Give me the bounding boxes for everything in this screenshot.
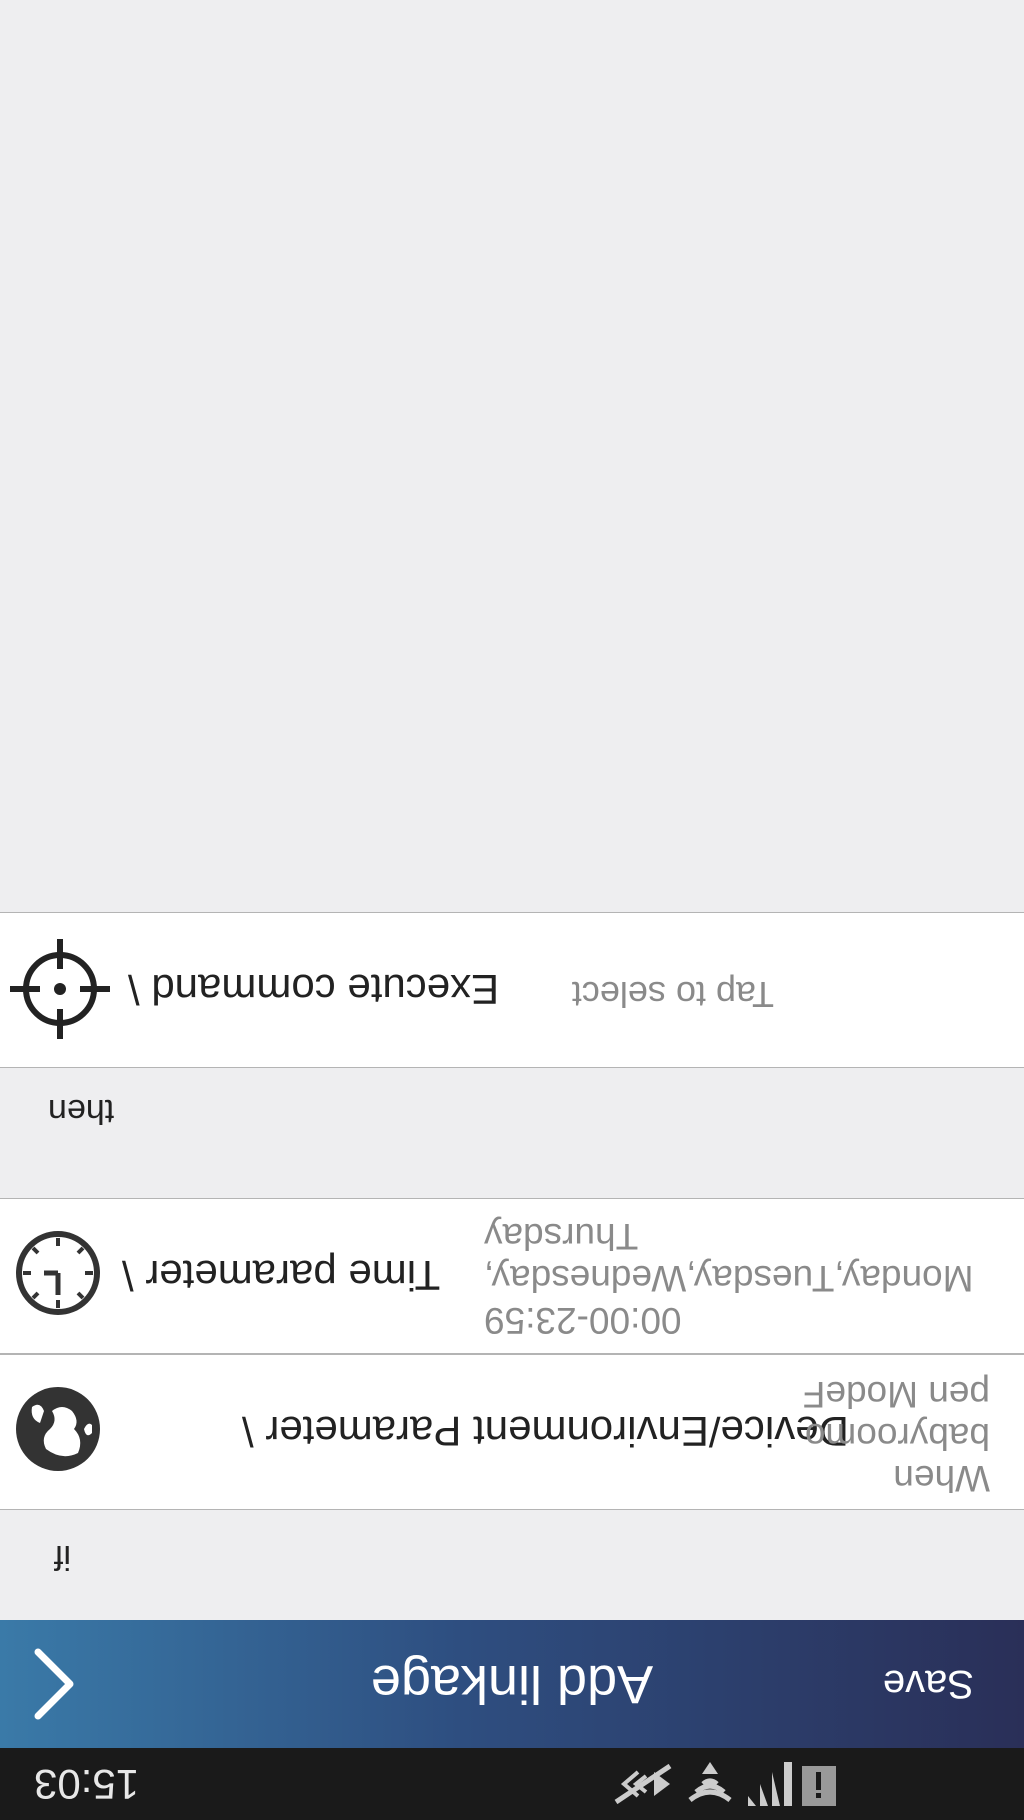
then-section-label: then xyxy=(0,1090,1024,1130)
mute-icon xyxy=(610,1757,676,1806)
weekdays-line-2: Thursday xyxy=(484,1216,639,1257)
time-parameter-detail: 00:00-23:59 Monday,Tuesday,Wednesday, Th… xyxy=(484,1197,1004,1353)
nav-bar: Add linkage Save xyxy=(0,1620,1024,1748)
app-screen: 15:03 Add linkage Save if Device/Environ… xyxy=(0,0,1024,1820)
if-label-text: if xyxy=(54,1538,71,1576)
device-environment-parameter-title: Device/Environment Parameter \ xyxy=(242,1408,849,1455)
globe-icon xyxy=(14,1385,102,1473)
execute-command-placeholder: Tap to select xyxy=(571,974,774,1015)
time-parameter-row[interactable]: Time parameter \ 00:00-23:59 Monday,Tues… xyxy=(0,1198,1024,1354)
time-range: 00:00-23:59 xyxy=(484,1300,682,1341)
crosshair-icon xyxy=(8,937,112,1041)
save-button[interactable]: Save xyxy=(873,1620,984,1748)
execute-command-title: Execute command \ xyxy=(128,966,500,1013)
wifi-icon xyxy=(686,1755,734,1806)
status-icons xyxy=(0,1748,1024,1820)
if-section-label: if xyxy=(0,1536,1024,1576)
weekdays-line: Monday,Tuesday,Wednesday, xyxy=(484,1258,974,1299)
page-title: Add linkage xyxy=(370,1654,654,1714)
status-time: 15:03 xyxy=(34,1761,140,1808)
execute-command-row[interactable]: Execute command \ Tap to select xyxy=(0,912,1024,1068)
device-environment-parameter-detail: When babyroomo pen ModeF xyxy=(802,1374,990,1499)
then-label-text: then xyxy=(48,1092,115,1130)
status-bar: 15:03 xyxy=(0,1748,1024,1820)
clock-icon xyxy=(14,1229,102,1317)
time-parameter-title: Time parameter \ xyxy=(122,1252,441,1299)
signal-icon xyxy=(744,1757,792,1806)
info-icon xyxy=(802,1757,836,1806)
device-environment-parameter-row[interactable]: Device/Environment Parameter \ When baby… xyxy=(0,1354,1024,1510)
